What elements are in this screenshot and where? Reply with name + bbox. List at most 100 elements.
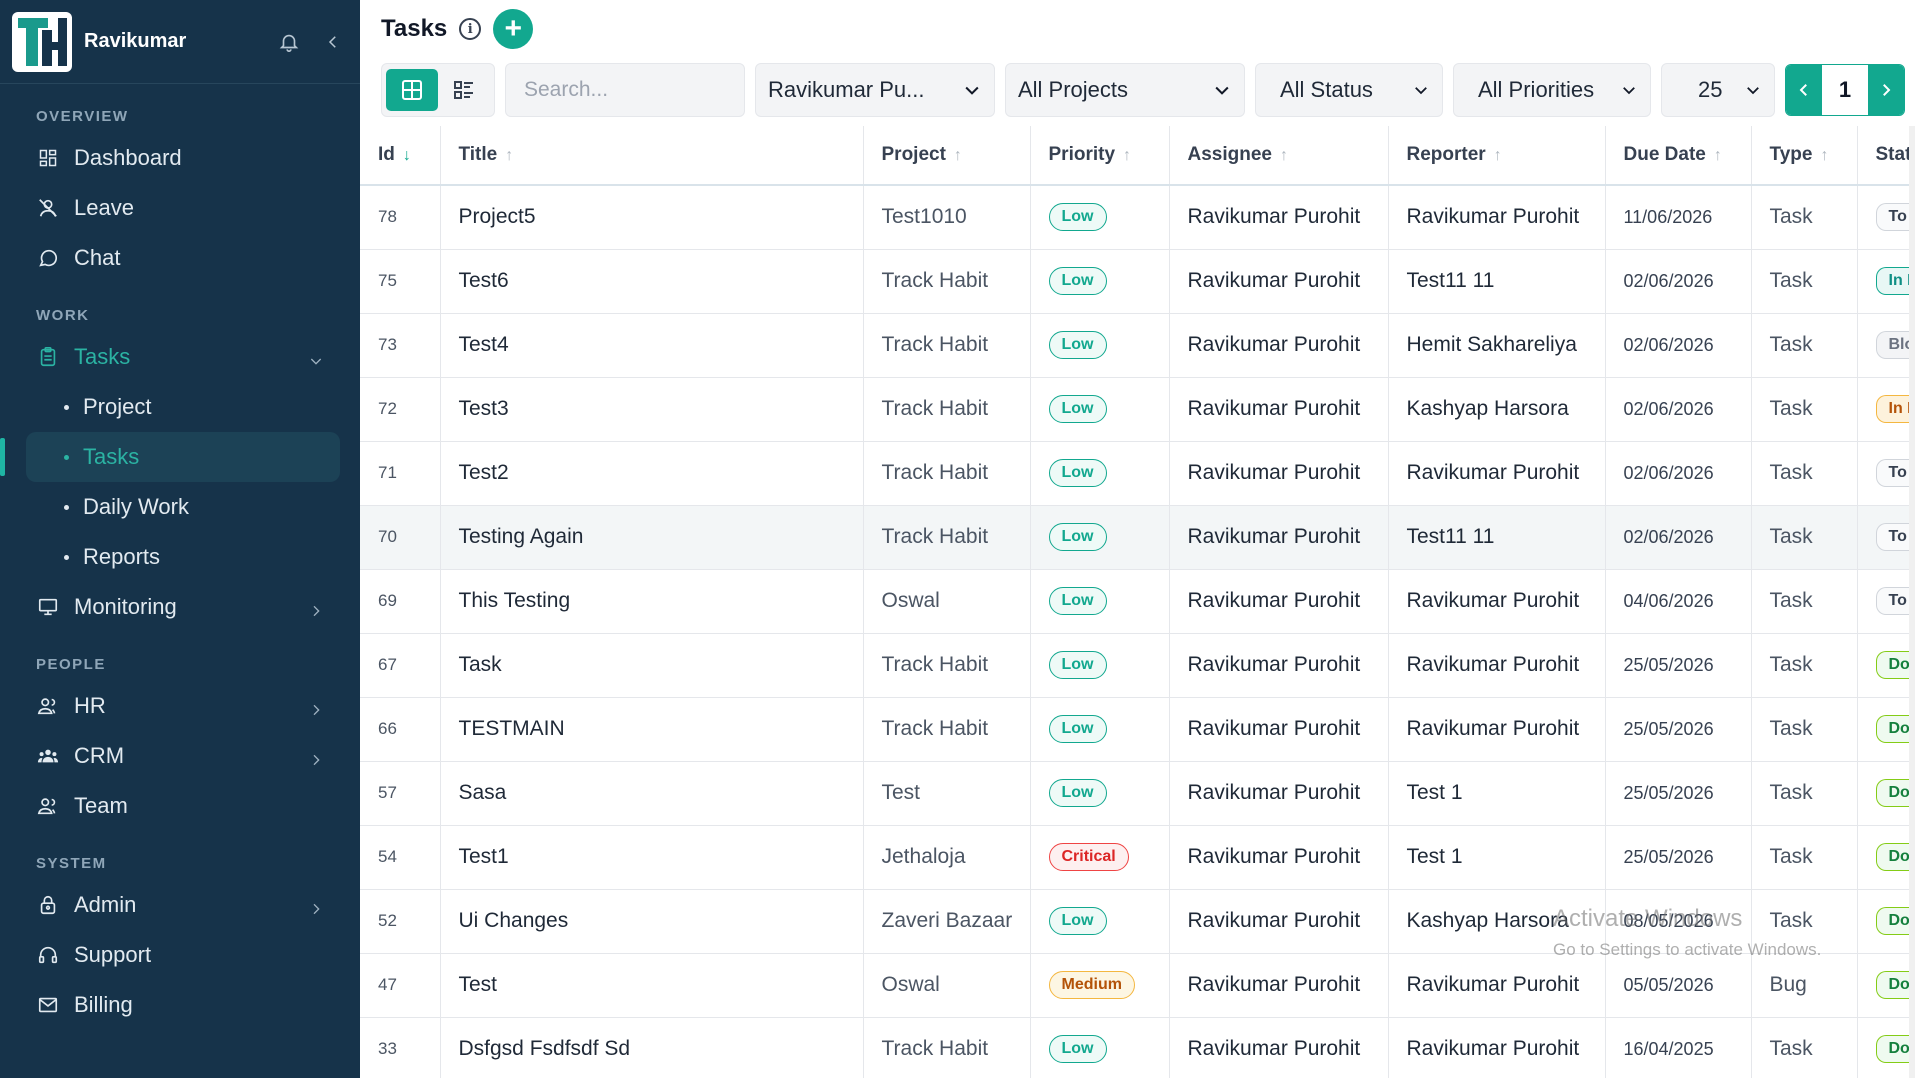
sidebar-item-chat[interactable]: Chat (0, 233, 360, 283)
chevron-left-icon (1799, 84, 1807, 96)
column-header-due-date[interactable]: Due Date ↑ (1605, 126, 1752, 186)
sidebar-item-team[interactable]: Team (0, 781, 360, 831)
table-row[interactable]: 47 Test Oswal Medium Ravikumar Purohit Raviku… (360, 953, 1915, 1018)
sidebar-item-tasks[interactable]: Tasks (0, 332, 360, 382)
table-row[interactable]: 66 TESTMAIN Track Habit Low Ravikumar Purohi… (360, 697, 1915, 762)
cell-title[interactable]: Task (440, 633, 864, 698)
page-header: Tasks i + (360, 0, 1915, 58)
sidebar-item-label: Project (83, 394, 152, 419)
table-scrollbar[interactable] (1909, 126, 1915, 1078)
cell-title[interactable]: Sasa (440, 761, 864, 826)
table-header-row: Id ↓ Title ↑ Project ↑ Priority ↑ Assignee ↑ … (360, 126, 1915, 186)
cell-assignee: Ravikumar Purohit (1169, 825, 1389, 890)
priority-badge: Critical (1048, 843, 1129, 871)
column-header-assignee[interactable]: Assignee ↑ (1169, 126, 1389, 186)
cell-title[interactable]: Test6 (440, 249, 864, 314)
info-icon[interactable]: i (459, 18, 482, 40)
add-task-button[interactable]: + (493, 9, 534, 49)
table-row[interactable]: 73 Test4 Track Habit Low Ravikumar Purohit He… (360, 313, 1915, 378)
page-size-select[interactable]: 25 (1661, 63, 1775, 117)
cell-due-date: 02/06/2026 (1605, 377, 1752, 442)
priority-badge: Low (1048, 203, 1107, 232)
cell-id: 54 (360, 825, 441, 890)
cell-title[interactable]: Project5 (440, 185, 864, 250)
table-row[interactable]: 72 Test3 Track Habit Low Ravikumar Purohit Ka… (360, 377, 1915, 442)
project-select[interactable]: All Projects (1005, 63, 1245, 117)
priority-badge: Low (1048, 587, 1107, 615)
table-row[interactable]: 54 Test1 Jethaloja Critical Ravikumar Purohi… (360, 825, 1915, 890)
table-row[interactable]: 67 Task Track Habit Low Ravikumar Purohit Rav… (360, 633, 1915, 698)
cell-status: To I (1857, 441, 1915, 506)
sidebar-item-leave[interactable]: Leave (0, 183, 360, 233)
cell-status: To I (1857, 505, 1915, 570)
tasks-table: Id ↓ Title ↑ Project ↑ Priority ↑ Assignee ↑ … (360, 126, 1915, 1078)
sidebar-item-admin[interactable]: Admin (0, 880, 360, 930)
cell-due-date: 25/05/2026 (1605, 761, 1752, 826)
sidebar-subitem-reports[interactable]: Reports (0, 532, 360, 582)
assignee-select[interactable]: Ravikumar Pu... (755, 63, 995, 117)
table-view-button[interactable] (386, 69, 438, 111)
cell-title[interactable]: Test1 (440, 825, 864, 890)
column-header-project[interactable]: Project ↑ (863, 126, 1031, 186)
cell-type: Task (1751, 569, 1858, 634)
sidebar-subitem-project[interactable]: Project (0, 382, 360, 432)
table-row[interactable]: 69 This Testing Oswal Low Ravikumar Purohit R… (360, 569, 1915, 634)
column-header-status[interactable]: Statu (1857, 126, 1915, 186)
column-label: Project (881, 144, 946, 165)
cell-title[interactable]: Test2 (440, 441, 864, 506)
cell-due-date: 04/06/2026 (1605, 569, 1752, 634)
cell-title[interactable]: Dsfgsd Fsdfsdf Sd (440, 1017, 864, 1078)
priority-badge: Medium (1048, 971, 1135, 999)
cell-title[interactable]: Test3 (440, 377, 864, 442)
list-view-button[interactable] (438, 69, 490, 111)
cell-title[interactable]: This Testing (440, 569, 864, 634)
sort-icon: ↑ (953, 147, 962, 164)
column-header-type[interactable]: Type ↑ (1751, 126, 1858, 186)
table-row[interactable]: 33 Dsfgsd Fsdfsdf Sd Track Habit Low Ravikum… (360, 1017, 1915, 1078)
current-page[interactable]: 1 (1822, 65, 1868, 115)
cell-due-date: 16/04/2025 (1605, 1017, 1752, 1078)
table-row[interactable]: 75 Test6 Track Habit Low Ravikumar Purohit Te… (360, 249, 1915, 314)
column-header-id[interactable]: Id ↓ (360, 126, 441, 186)
table-row[interactable]: 78 Project5 Test1010 Low Ravikumar Purohit Ra… (360, 185, 1915, 250)
table-row[interactable]: 71 Test2 Track Habit Low Ravikumar Purohit Ra… (360, 441, 1915, 506)
sidebar-subitem-tasks[interactable]: Tasks (0, 432, 340, 482)
column-label: Title (458, 144, 498, 165)
table-row[interactable]: 70 Testing Again Track Habit Low Ravikumar P… (360, 505, 1915, 570)
sidebar-item-label: Admin (74, 892, 137, 917)
team-icon (36, 794, 60, 818)
column-header-title[interactable]: Title ↑ (440, 126, 864, 186)
cell-title[interactable]: TESTMAIN (440, 697, 864, 762)
priority-select[interactable]: All Priorities (1453, 63, 1651, 117)
section-work: WORK (36, 307, 90, 324)
cell-title[interactable]: Test4 (440, 313, 864, 378)
cell-due-date: 02/06/2026 (1605, 441, 1752, 506)
sidebar-item-support[interactable]: Support (0, 930, 360, 980)
prev-page-button[interactable] (1786, 65, 1822, 115)
sidebar-item-dashboard[interactable]: Dashboard (0, 133, 360, 183)
cell-title[interactable]: Testing Again (440, 505, 864, 570)
bell-icon[interactable] (274, 27, 304, 57)
sidebar-item-crm[interactable]: CRM (0, 731, 360, 781)
pagination: 1 (1785, 64, 1905, 116)
column-header-priority[interactable]: Priority ↑ (1030, 126, 1170, 186)
cell-reporter: Ravikumar Purohit (1388, 697, 1606, 762)
priority-badge: Low (1048, 715, 1107, 743)
cell-status: In F (1857, 377, 1915, 442)
collapse-sidebar-icon[interactable] (318, 27, 348, 57)
app-logo (12, 11, 72, 72)
cell-priority: Low (1030, 1017, 1170, 1078)
column-header-reporter[interactable]: Reporter ↑ (1388, 126, 1606, 186)
sidebar-item-hr[interactable]: HR (0, 681, 360, 731)
sidebar-subitem-daily-work[interactable]: Daily Work (0, 482, 360, 532)
cell-project: Track Habit (863, 633, 1031, 698)
status-select[interactable]: All Status (1255, 63, 1443, 117)
cell-title[interactable]: Test (440, 953, 864, 1018)
cell-assignee: Ravikumar Purohit (1169, 441, 1389, 506)
cell-title[interactable]: Ui Changes (440, 889, 864, 954)
sidebar-item-billing[interactable]: Billing (0, 980, 360, 1030)
column-label: Type (1769, 144, 1813, 165)
sidebar-item-monitoring[interactable]: Monitoring (0, 582, 360, 632)
next-page-button[interactable] (1868, 65, 1904, 115)
table-row[interactable]: 57 Sasa Test Low Ravikumar Purohit Test 1 25/0… (360, 761, 1915, 826)
